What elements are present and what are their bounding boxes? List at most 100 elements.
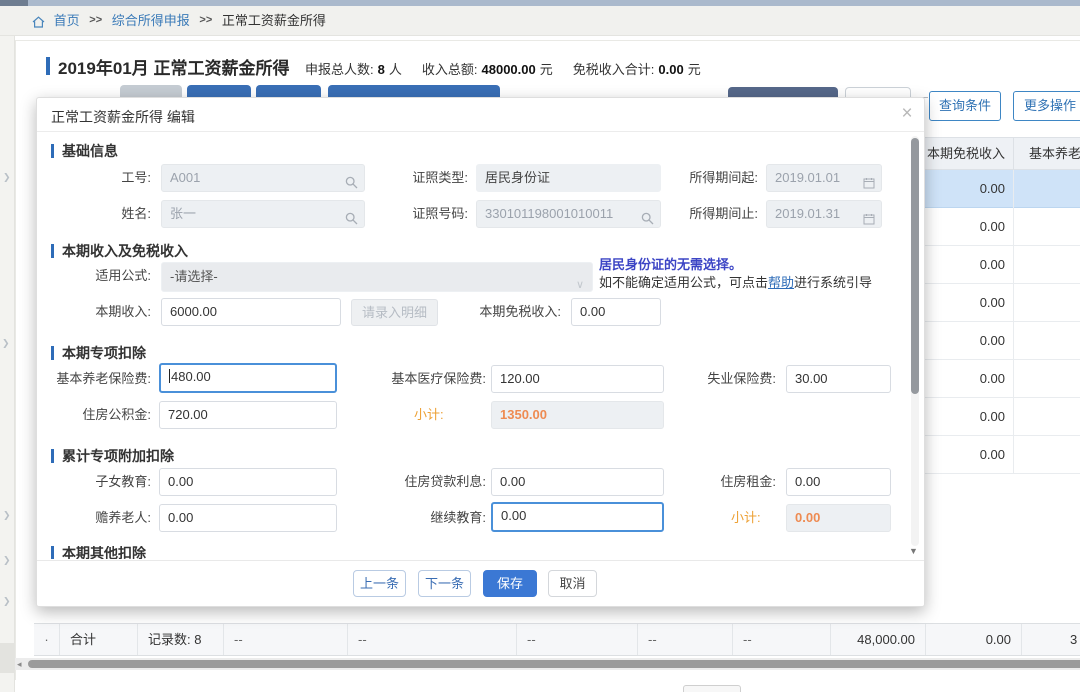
income-input[interactable]: 6000.00 bbox=[161, 298, 341, 326]
pension-input[interactable]: 480.00 bbox=[159, 363, 337, 393]
summary-cell: -- bbox=[638, 624, 733, 655]
period-from-input[interactable]: 2019.01.01 bbox=[766, 164, 882, 192]
section-other-deduction-partial: 本期其他扣除 bbox=[51, 546, 146, 559]
doctype-label: 证照类型: bbox=[367, 163, 468, 193]
section-income: 本期收入及免税收入 bbox=[51, 241, 188, 261]
search-icon[interactable] bbox=[345, 208, 358, 228]
section-accent-bar bbox=[51, 546, 54, 559]
more-actions-button[interactable]: 更多操作 bbox=[1013, 91, 1080, 121]
summary-cell: -- bbox=[733, 624, 831, 655]
docno-input[interactable]: 330101198001010011 bbox=[476, 200, 661, 228]
previous-record-button[interactable]: 上一条 bbox=[353, 570, 406, 597]
elderly-support-label: 赡养老人: bbox=[47, 503, 151, 533]
section-basic-info: 基础信息 bbox=[51, 141, 118, 161]
calendar-icon[interactable] bbox=[863, 172, 875, 192]
scroll-down-arrow-icon[interactable]: ▼ bbox=[909, 546, 918, 556]
empno-input[interactable]: A001 bbox=[161, 164, 365, 192]
section-additional-deduction: 累计专项附加扣除 bbox=[51, 446, 174, 466]
section-deduction: 本期专项扣除 bbox=[51, 343, 146, 363]
table-summary-row: · 合计 记录数: 8 -- -- -- -- -- 48,000.00 0.0… bbox=[34, 623, 1080, 656]
pension-label: 基本养老保险费: bbox=[37, 364, 151, 394]
page-title: 2019年01月 正常工资薪金所得 bbox=[58, 54, 289, 79]
children-education-label: 子女教育: bbox=[47, 467, 151, 497]
formula-hint-line2: 如不能确定适用公式，可点击帮助进行系统引导 bbox=[599, 272, 872, 291]
summary-cell-partial: 3 bbox=[1022, 624, 1080, 655]
housing-rent-label: 住房租金: bbox=[687, 467, 776, 497]
table-row[interactable]: 0.00 bbox=[922, 170, 1080, 208]
enter-detail-button[interactable]: 请录入明细 bbox=[351, 299, 438, 326]
help-link[interactable]: 帮助 bbox=[768, 275, 794, 290]
table-row[interactable]: 0.00 bbox=[922, 436, 1080, 474]
stat-total-income: 收入总额:48000.00元 bbox=[422, 59, 553, 78]
period-to-input[interactable]: 2019.01.31 bbox=[766, 200, 882, 228]
scroll-left-arrow-icon[interactable]: ◂ bbox=[17, 658, 22, 670]
section-accent-bar bbox=[51, 346, 54, 360]
search-icon[interactable] bbox=[345, 172, 358, 192]
next-record-button[interactable]: 下一条 bbox=[418, 570, 471, 597]
calendar-icon[interactable] bbox=[863, 208, 875, 228]
cancel-button[interactable]: 取消 bbox=[548, 570, 597, 597]
subtotal2-label: 小计: bbox=[731, 503, 761, 533]
close-icon[interactable]: × bbox=[895, 102, 919, 126]
housing-rent-input[interactable]: 0.00 bbox=[786, 468, 891, 496]
column-header-pension[interactable]: 基本养老 bbox=[1013, 138, 1080, 171]
housing-loan-label: 住房贷款利息: bbox=[367, 467, 486, 497]
summary-label: 合计 bbox=[60, 624, 138, 655]
formula-label: 适用公式: bbox=[47, 261, 151, 291]
breadcrumb: 首页 >> 综合所得申报 >> 正常工资薪金所得 bbox=[0, 6, 1080, 36]
sidebar-chevron-icon: ❯ bbox=[2, 338, 10, 349]
subtotal1-field: 1350.00 bbox=[491, 401, 664, 429]
chevron-down-icon: ∨ bbox=[576, 271, 584, 292]
medical-label: 基本医疗保险费: bbox=[367, 364, 486, 394]
edit-dialog: 正常工资薪金所得 编辑 × 基础信息 工号: A001 证照类型: 居民身份证 … bbox=[36, 97, 925, 607]
header-stats: 申报总人数:8人 收入总额:48000.00元 免税收入合计:0.00元 bbox=[305, 59, 701, 78]
sidebar-chevron-icon: ❯ bbox=[3, 555, 11, 566]
save-button[interactable]: 保存 bbox=[483, 570, 537, 597]
unemployment-label: 失业保险费: bbox=[687, 364, 776, 394]
text-caret bbox=[169, 369, 170, 383]
medical-input[interactable]: 120.00 bbox=[491, 365, 664, 393]
breadcrumb-mid[interactable]: 综合所得申报 bbox=[112, 6, 190, 35]
stat-taxfree-total: 免税收入合计:0.00元 bbox=[573, 59, 701, 78]
summary-cell: -- bbox=[517, 624, 638, 655]
period-to-label: 所得期间止: bbox=[667, 199, 758, 229]
breadcrumb-separator: >> bbox=[89, 6, 102, 35]
housing-fund-input[interactable]: 720.00 bbox=[159, 401, 337, 429]
table-row[interactable]: 0.00 bbox=[922, 360, 1080, 398]
summary-marker: · bbox=[34, 624, 60, 655]
dialog-scrollbar-thumb[interactable] bbox=[911, 138, 919, 394]
table-row[interactable]: 0.00 bbox=[922, 398, 1080, 436]
stat-total-people: 申报总人数:8人 bbox=[305, 59, 402, 78]
breadcrumb-home[interactable]: 首页 bbox=[54, 6, 80, 35]
horizontal-scrollbar-thumb[interactable] bbox=[28, 660, 1080, 668]
income-label: 本期收入: bbox=[47, 297, 151, 327]
taxfree-input[interactable]: 0.00 bbox=[571, 298, 661, 326]
continuing-education-input[interactable]: 0.00 bbox=[491, 502, 664, 532]
subtotal2-field: 0.00 bbox=[786, 504, 891, 532]
taxfree-label: 本期免税收入: bbox=[447, 297, 561, 327]
formula-select[interactable]: -请选择- ∨ bbox=[161, 262, 593, 292]
sidebar-highlight bbox=[0, 643, 15, 673]
table-row[interactable]: 0.00 bbox=[922, 322, 1080, 360]
home-icon[interactable] bbox=[32, 9, 45, 38]
housing-loan-input[interactable]: 0.00 bbox=[491, 468, 664, 496]
table-row[interactable]: 0.00 bbox=[922, 246, 1080, 284]
section-accent-bar bbox=[51, 244, 54, 258]
name-input[interactable]: 张一 bbox=[161, 200, 365, 228]
divider bbox=[37, 131, 924, 132]
partial-button[interactable] bbox=[683, 685, 741, 692]
unemployment-input[interactable]: 30.00 bbox=[786, 365, 891, 393]
collapsed-sidebar bbox=[0, 36, 15, 692]
table-header-row: 本期免税收入 基本养老 bbox=[922, 137, 1080, 170]
column-header-taxfree[interactable]: 本期免税收入 bbox=[922, 138, 1013, 171]
summary-cell: -- bbox=[348, 624, 517, 655]
query-conditions-button[interactable]: 查询条件 bbox=[929, 91, 1001, 121]
table-row[interactable]: 0.00 bbox=[922, 208, 1080, 246]
footer-divider bbox=[37, 560, 924, 561]
empno-label: 工号: bbox=[47, 163, 151, 193]
name-label: 姓名: bbox=[47, 199, 151, 229]
children-education-input[interactable]: 0.00 bbox=[159, 468, 337, 496]
table-row[interactable]: 0.00 bbox=[922, 284, 1080, 322]
search-icon[interactable] bbox=[641, 208, 654, 228]
elderly-support-input[interactable]: 0.00 bbox=[159, 504, 337, 532]
